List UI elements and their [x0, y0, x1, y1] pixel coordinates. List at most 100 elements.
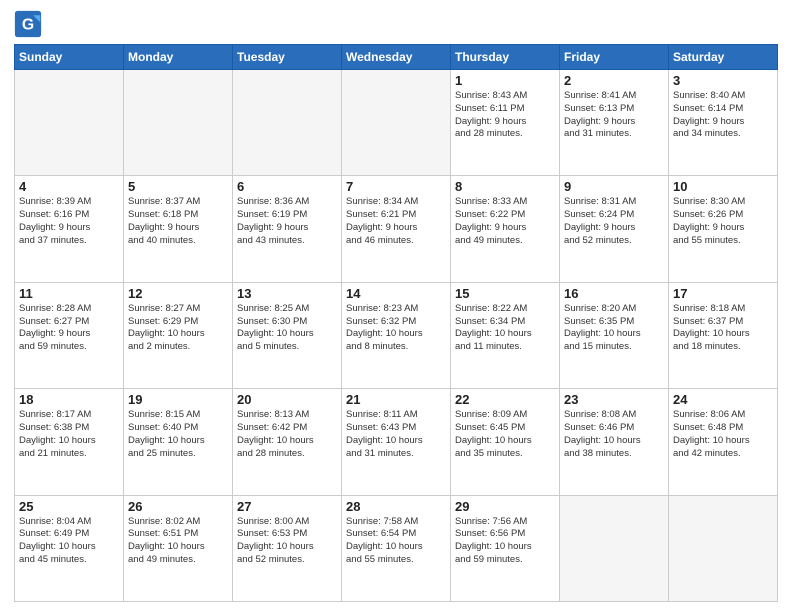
day-number: 27 [237, 499, 337, 514]
calendar-cell [124, 70, 233, 176]
calendar-cell: 26 Sunrise: 8:02 AM Sunset: 6:51 PM Dayli… [124, 495, 233, 601]
day-number: 6 [237, 179, 337, 194]
day-number: 7 [346, 179, 446, 194]
day-info: Sunrise: 8:30 AM Sunset: 6:26 PM Dayligh… [673, 196, 773, 247]
weekday-header-monday: Monday [124, 45, 233, 70]
day-number: 2 [564, 73, 664, 88]
day-number: 8 [455, 179, 555, 194]
week-row-2: 4 Sunrise: 8:39 AM Sunset: 6:16 PM Daylig… [15, 176, 778, 282]
calendar-cell: 16 Sunrise: 8:20 AM Sunset: 6:35 PM Dayli… [560, 282, 669, 388]
day-number: 18 [19, 392, 119, 407]
day-info: Sunrise: 8:06 AM Sunset: 6:48 PM Dayligh… [673, 409, 773, 460]
calendar-cell: 8 Sunrise: 8:33 AM Sunset: 6:22 PM Daylig… [451, 176, 560, 282]
day-info: Sunrise: 8:41 AM Sunset: 6:13 PM Dayligh… [564, 90, 664, 141]
day-number: 16 [564, 286, 664, 301]
day-info: Sunrise: 8:08 AM Sunset: 6:46 PM Dayligh… [564, 409, 664, 460]
calendar-cell: 17Sunrise: 8:18 AM Sunset: 6:37 PM Dayli… [669, 282, 778, 388]
day-number: 15 [455, 286, 555, 301]
calendar-cell [15, 70, 124, 176]
day-number: 24 [673, 392, 773, 407]
calendar-cell: 14Sunrise: 8:23 AM Sunset: 6:32 PM Dayli… [342, 282, 451, 388]
page: G SundayMondayTuesdayWednesdayThursdayFr… [0, 0, 792, 612]
day-info: Sunrise: 8:09 AM Sunset: 6:45 PM Dayligh… [455, 409, 555, 460]
day-info: Sunrise: 7:58 AM Sunset: 6:54 PM Dayligh… [346, 516, 446, 567]
day-info: Sunrise: 8:31 AM Sunset: 6:24 PM Dayligh… [564, 196, 664, 247]
calendar-cell: 20 Sunrise: 8:13 AM Sunset: 6:42 PM Dayli… [233, 389, 342, 495]
calendar-cell: 4 Sunrise: 8:39 AM Sunset: 6:16 PM Daylig… [15, 176, 124, 282]
day-number: 26 [128, 499, 228, 514]
calendar-cell: 1 Sunrise: 8:43 AM Sunset: 6:11 PM Daylig… [451, 70, 560, 176]
day-info: Sunrise: 8:00 AM Sunset: 6:53 PM Dayligh… [237, 516, 337, 567]
calendar-cell: 23 Sunrise: 8:08 AM Sunset: 6:46 PM Dayli… [560, 389, 669, 495]
calendar-cell: 21 Sunrise: 8:11 AM Sunset: 6:43 PM Dayli… [342, 389, 451, 495]
calendar-cell: 9Sunrise: 8:31 AM Sunset: 6:24 PM Daylig… [560, 176, 669, 282]
day-info: Sunrise: 8:43 AM Sunset: 6:11 PM Dayligh… [455, 90, 555, 141]
day-info: Sunrise: 8:15 AM Sunset: 6:40 PM Dayligh… [128, 409, 228, 460]
day-number: 19 [128, 392, 228, 407]
week-row-1: 1 Sunrise: 8:43 AM Sunset: 6:11 PM Daylig… [15, 70, 778, 176]
day-number: 14 [346, 286, 446, 301]
day-number: 23 [564, 392, 664, 407]
day-info: Sunrise: 8:34 AM Sunset: 6:21 PM Dayligh… [346, 196, 446, 247]
calendar-cell: 18 Sunrise: 8:17 AM Sunset: 6:38 PM Dayli… [15, 389, 124, 495]
calendar-cell: 7 Sunrise: 8:34 AM Sunset: 6:21 PM Daylig… [342, 176, 451, 282]
day-info: Sunrise: 7:56 AM Sunset: 6:56 PM Dayligh… [455, 516, 555, 567]
day-info: Sunrise: 8:40 AM Sunset: 6:14 PM Dayligh… [673, 90, 773, 141]
calendar-cell [560, 495, 669, 601]
day-number: 29 [455, 499, 555, 514]
logo: G [14, 10, 46, 38]
day-info: Sunrise: 8:17 AM Sunset: 6:38 PM Dayligh… [19, 409, 119, 460]
weekday-header-wednesday: Wednesday [342, 45, 451, 70]
calendar-cell: 25 Sunrise: 8:04 AM Sunset: 6:49 PM Dayli… [15, 495, 124, 601]
header: G [14, 10, 778, 38]
day-number: 28 [346, 499, 446, 514]
day-number: 11 [19, 286, 119, 301]
weekday-header-friday: Friday [560, 45, 669, 70]
day-number: 10 [673, 179, 773, 194]
day-info: Sunrise: 8:28 AM Sunset: 6:27 PM Dayligh… [19, 303, 119, 354]
day-number: 25 [19, 499, 119, 514]
day-info: Sunrise: 8:11 AM Sunset: 6:43 PM Dayligh… [346, 409, 446, 460]
day-info: Sunrise: 8:33 AM Sunset: 6:22 PM Dayligh… [455, 196, 555, 247]
day-info: Sunrise: 8:36 AM Sunset: 6:19 PM Dayligh… [237, 196, 337, 247]
weekday-header-sunday: Sunday [15, 45, 124, 70]
day-number: 21 [346, 392, 446, 407]
day-info: Sunrise: 8:02 AM Sunset: 6:51 PM Dayligh… [128, 516, 228, 567]
logo-icon: G [14, 10, 42, 38]
day-info: Sunrise: 8:37 AM Sunset: 6:18 PM Dayligh… [128, 196, 228, 247]
calendar-cell: 28 Sunrise: 7:58 AM Sunset: 6:54 PM Dayli… [342, 495, 451, 601]
day-number: 1 [455, 73, 555, 88]
day-info: Sunrise: 8:18 AM Sunset: 6:37 PM Dayligh… [673, 303, 773, 354]
weekday-header-saturday: Saturday [669, 45, 778, 70]
day-info: Sunrise: 8:04 AM Sunset: 6:49 PM Dayligh… [19, 516, 119, 567]
calendar-cell: 11 Sunrise: 8:28 AM Sunset: 6:27 PM Dayli… [15, 282, 124, 388]
day-number: 20 [237, 392, 337, 407]
calendar-cell: 27 Sunrise: 8:00 AM Sunset: 6:53 PM Dayli… [233, 495, 342, 601]
calendar-cell [669, 495, 778, 601]
day-info: Sunrise: 8:39 AM Sunset: 6:16 PM Dayligh… [19, 196, 119, 247]
week-row-4: 18 Sunrise: 8:17 AM Sunset: 6:38 PM Dayli… [15, 389, 778, 495]
weekday-header-tuesday: Tuesday [233, 45, 342, 70]
day-info: Sunrise: 8:20 AM Sunset: 6:35 PM Dayligh… [564, 303, 664, 354]
calendar-cell: 15Sunrise: 8:22 AM Sunset: 6:34 PM Dayli… [451, 282, 560, 388]
day-number: 22 [455, 392, 555, 407]
day-info: Sunrise: 8:13 AM Sunset: 6:42 PM Dayligh… [237, 409, 337, 460]
day-info: Sunrise: 8:27 AM Sunset: 6:29 PM Dayligh… [128, 303, 228, 354]
calendar-cell [233, 70, 342, 176]
calendar-cell: 2 Sunrise: 8:41 AM Sunset: 6:13 PM Daylig… [560, 70, 669, 176]
calendar-cell: 24 Sunrise: 8:06 AM Sunset: 6:48 PM Dayli… [669, 389, 778, 495]
weekday-header-thursday: Thursday [451, 45, 560, 70]
day-number: 4 [19, 179, 119, 194]
week-row-3: 11 Sunrise: 8:28 AM Sunset: 6:27 PM Dayli… [15, 282, 778, 388]
calendar-cell: 6 Sunrise: 8:36 AM Sunset: 6:19 PM Daylig… [233, 176, 342, 282]
day-info: Sunrise: 8:25 AM Sunset: 6:30 PM Dayligh… [237, 303, 337, 354]
day-number: 13 [237, 286, 337, 301]
calendar-cell: 3Sunrise: 8:40 AM Sunset: 6:14 PM Daylig… [669, 70, 778, 176]
day-number: 5 [128, 179, 228, 194]
weekday-header-row: SundayMondayTuesdayWednesdayThursdayFrid… [15, 45, 778, 70]
calendar-cell: 12Sunrise: 8:27 AM Sunset: 6:29 PM Dayli… [124, 282, 233, 388]
week-row-5: 25 Sunrise: 8:04 AM Sunset: 6:49 PM Dayli… [15, 495, 778, 601]
calendar-table: SundayMondayTuesdayWednesdayThursdayFrid… [14, 44, 778, 602]
calendar-cell: 10 Sunrise: 8:30 AM Sunset: 6:26 PM Dayli… [669, 176, 778, 282]
calendar-cell: 13 Sunrise: 8:25 AM Sunset: 6:30 PM Dayli… [233, 282, 342, 388]
